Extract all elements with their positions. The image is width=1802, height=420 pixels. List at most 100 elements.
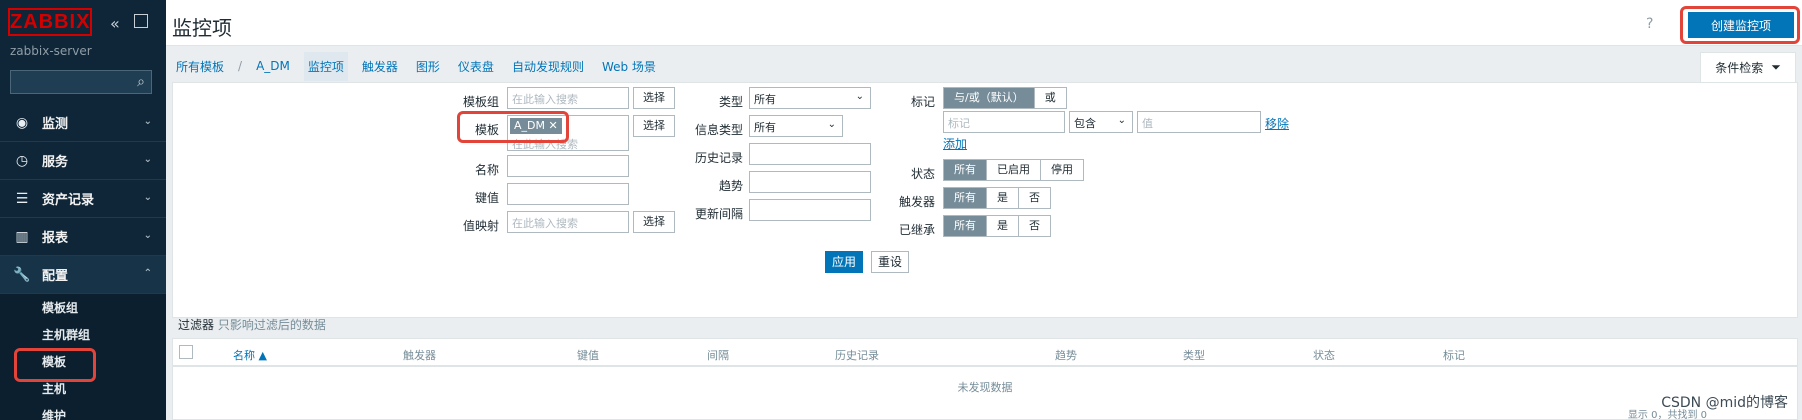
search-icon[interactable]: ⌕ (137, 74, 145, 90)
type-label: 类型 (718, 95, 743, 109)
select-all-checkbox[interactable] (179, 345, 193, 359)
triggers-no-option[interactable]: 否 (1019, 188, 1050, 208)
info-type-select[interactable]: 所有 ⌄ (749, 115, 843, 137)
inherited-all-option[interactable]: 所有 (944, 216, 987, 236)
create-item-button[interactable]: 创建监控项 (1688, 12, 1794, 38)
chip-remove-icon[interactable]: ✕ (549, 119, 558, 132)
info-type-select-value: 所有 (754, 121, 776, 134)
tab-items[interactable]: 监控项 (303, 51, 348, 81)
state-enabled-option[interactable]: 已启用 (987, 160, 1041, 180)
state-disabled-option[interactable]: 停用 (1041, 160, 1083, 180)
column-history[interactable]: 历史记录 (835, 347, 879, 363)
triggers-yes-option[interactable]: 是 (987, 188, 1019, 208)
breadcrumb-all-templates[interactable]: 所有模板 (172, 52, 228, 81)
tab-triggers[interactable]: 触发器 (358, 52, 402, 81)
submenu-templates[interactable]: 模板 (0, 348, 166, 375)
state-all-option[interactable]: 所有 (944, 160, 987, 180)
column-status[interactable]: 状态 (1313, 347, 1335, 363)
valuemap-input[interactable]: 在此输入搜索 (507, 211, 629, 233)
interval-label: 更新间隔 (694, 207, 743, 221)
template-placeholder: 在此输入搜索 (512, 138, 578, 151)
trends-input[interactable] (749, 171, 871, 193)
history-input[interactable] (749, 143, 871, 165)
triggers-all-option[interactable]: 所有 (944, 188, 987, 208)
page-title: 监控项 (172, 16, 232, 40)
apply-button[interactable]: 应用 (825, 251, 863, 273)
filter-tab[interactable]: 条件检索 ⏷ (1700, 52, 1796, 82)
menu-item-inventory[interactable]: ☰ 资产记录 ⌄ (0, 180, 166, 218)
no-data-message: 未发现数据 (957, 381, 1013, 394)
tag-operator-value: 包含 (1074, 117, 1096, 130)
filter-tab-label: 条件检索 (1715, 61, 1764, 75)
sidebar-search-input[interactable]: ⌕ (10, 70, 152, 94)
template-group-input[interactable]: 在此输入搜索 (507, 87, 629, 109)
chevron-up-icon: ⌃ (143, 268, 152, 279)
watermark: CSDN @mid的博客 (1661, 395, 1788, 411)
template-input[interactable]: A_DM ✕ 在此输入搜索 (507, 115, 629, 151)
menu-item-services[interactable]: ◷ 服务 ⌄ (0, 142, 166, 180)
column-key[interactable]: 键值 (577, 347, 599, 363)
filter-note: 过滤器 只影响过滤后的数据 (178, 316, 326, 333)
tab-graphs[interactable]: 图形 (412, 52, 444, 81)
triggers-label: 触发器 (898, 195, 935, 209)
logo-row: ZABBIX « (0, 0, 166, 44)
tag-value-input[interactable]: 值 (1137, 111, 1261, 133)
column-interval[interactable]: 间隔 (707, 347, 729, 363)
state-label: 状态 (910, 167, 935, 181)
add-tag-link[interactable]: 添加 (943, 135, 967, 152)
breadcrumb-template[interactable]: A_DM (252, 53, 294, 79)
inherited-yes-option[interactable]: 是 (987, 216, 1019, 236)
interval-input[interactable] (749, 199, 871, 221)
remove-tag-link[interactable]: 移除 (1265, 115, 1289, 132)
chevron-down-icon: ⌄ (143, 116, 152, 127)
template-label: 模板 (474, 123, 499, 137)
menu-item-reports[interactable]: ▥ 报表 ⌄ (0, 218, 166, 256)
filter-note-title: 过滤器 (178, 318, 215, 332)
tag-operator-select[interactable]: 包含 ⌄ (1069, 111, 1133, 133)
tags-evaltype-toggle[interactable]: 与/或（默认） 或 (943, 87, 1067, 109)
column-name[interactable]: 名称 ▲ (233, 347, 267, 363)
submenu-host-groups[interactable]: 主机群组 (0, 321, 166, 348)
tags-or-option[interactable]: 或 (1034, 88, 1066, 108)
column-type[interactable]: 类型 (1183, 347, 1205, 363)
tag-name-input[interactable]: 标记 (943, 111, 1065, 133)
tab-web-scenarios[interactable]: Web 场景 (598, 52, 660, 81)
chevron-down-icon: ⌄ (143, 230, 152, 241)
type-select[interactable]: 所有 ⌄ (749, 87, 871, 109)
list-icon: ☰ (15, 190, 29, 207)
clock-icon: ◷ (15, 152, 29, 169)
menu-item-configuration[interactable]: 🔧 配置 ⌃ (0, 256, 166, 294)
inherited-toggle[interactable]: 所有 是 否 (943, 215, 1051, 237)
filter-note-sub: 只影响过滤后的数据 (217, 318, 326, 332)
tab-discovery-rules[interactable]: 自动发现规则 (508, 52, 588, 81)
sidebar: ZABBIX « zabbix-server ⌕ ◉ 监测 ⌄ ◷ 服务 ⌄ ☰… (0, 0, 166, 420)
kiosk-mode-icon[interactable] (134, 14, 148, 28)
triggers-toggle[interactable]: 所有 是 否 (943, 187, 1051, 209)
valuemap-select-button[interactable]: 选择 (633, 211, 675, 233)
menu-item-monitoring[interactable]: ◉ 监测 ⌄ (0, 104, 166, 142)
name-input[interactable] (507, 155, 629, 177)
zabbix-logo[interactable]: ZABBIX (8, 8, 92, 36)
inherited-no-option[interactable]: 否 (1019, 216, 1050, 236)
submenu-maintenance[interactable]: 维护 (0, 402, 166, 420)
help-icon[interactable]: ? (1646, 16, 1653, 32)
trends-label: 趋势 (718, 179, 743, 193)
column-trends[interactable]: 趋势 (1055, 347, 1077, 363)
bar-chart-icon: ▥ (15, 228, 29, 245)
inherited-label: 已继承 (898, 223, 935, 237)
template-select-button[interactable]: 选择 (633, 115, 675, 137)
valuemap-label: 值映射 (462, 219, 499, 233)
tab-dashboards[interactable]: 仪表盘 (454, 52, 498, 81)
submenu-template-groups[interactable]: 模板组 (0, 294, 166, 321)
info-type-label: 信息类型 (694, 123, 743, 137)
tags-and-or-option[interactable]: 与/或（默认） (944, 88, 1035, 108)
key-input[interactable] (507, 183, 629, 205)
submenu-hosts[interactable]: 主机 (0, 375, 166, 402)
menu-label: 监测 (42, 117, 69, 132)
key-label: 键值 (474, 191, 499, 205)
collapse-sidebar-icon[interactable]: « (110, 14, 120, 33)
chevron-down-icon: ⌄ (827, 119, 836, 130)
template-group-select-button[interactable]: 选择 (633, 87, 675, 109)
state-toggle[interactable]: 所有 已启用 停用 (943, 159, 1084, 181)
reset-button[interactable]: 重设 (871, 251, 909, 273)
